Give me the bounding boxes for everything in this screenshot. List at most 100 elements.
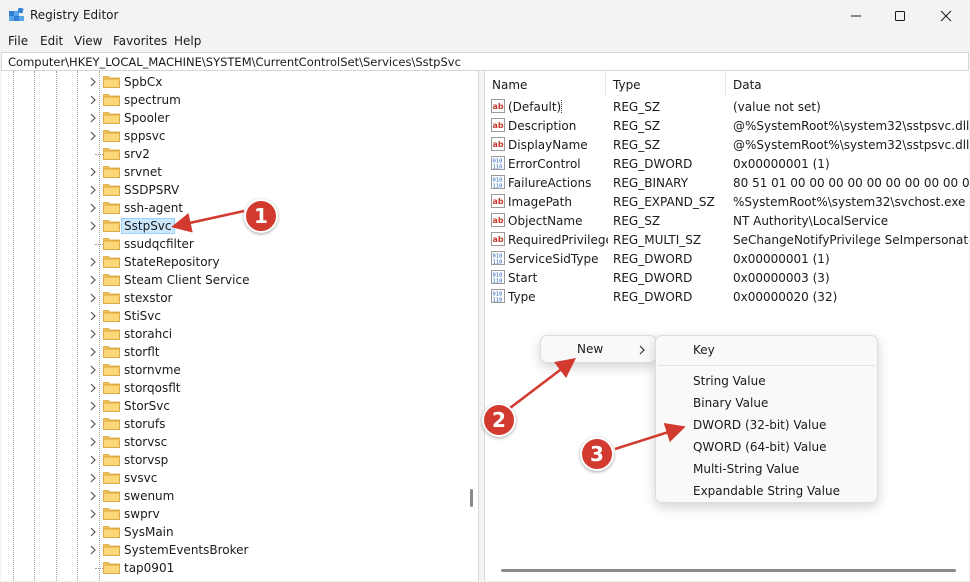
minimize-button[interactable] (833, 0, 879, 31)
chevron-right-icon[interactable] (89, 437, 97, 447)
close-button[interactable] (923, 0, 969, 31)
chevron-right-icon[interactable] (89, 347, 97, 357)
value-type: REG_SZ (613, 119, 661, 133)
chevron-right-icon[interactable] (89, 455, 97, 465)
table-row[interactable]: ab ObjectName REG_SZ NT Authority\LocalServ… (485, 211, 969, 230)
chevron-right-icon[interactable] (89, 401, 97, 411)
tree-item[interactable]: SSDPSRV (1, 181, 461, 199)
submenu-multi-string-value[interactable]: Multi-String Value (693, 462, 799, 476)
binary-value-icon: 010110 (491, 156, 505, 170)
tree-item[interactable]: sppsvc (1, 127, 461, 145)
table-row[interactable]: 010 110 Start REG_DWORD 0x00000003 (3) (485, 268, 969, 287)
table-row[interactable]: 010 110 Type REG_DWORD 0x00000020 (32) (485, 287, 969, 306)
table-row[interactable]: ab ImagePath REG_EXPAND_SZ %SystemRoot%\sys… (485, 192, 969, 211)
table-row[interactable]: 010 110 ServiceSidType REG_DWORD 0x00000001 … (485, 249, 969, 268)
chevron-right-icon[interactable] (89, 257, 97, 267)
chevron-right-icon[interactable] (89, 329, 97, 339)
tree-connector (95, 568, 103, 569)
value-name: (Default) (508, 100, 563, 114)
tree-item[interactable]: tap0901 (1, 559, 461, 577)
submenu-key[interactable]: Key (693, 343, 715, 357)
key-tree[interactable]: SpbCx spectrum Spooler sppsvc srv2 srvnet SSDP… (1, 71, 479, 581)
values-list[interactable]: Name Type Data ab (Default) REG_SZ (value n… (484, 71, 969, 581)
svg-text:110: 110 (493, 184, 503, 190)
tree-item-label: ssh-agent (124, 201, 184, 215)
tree-item[interactable]: srv2 (1, 145, 461, 163)
tree-item[interactable]: srvnet (1, 163, 461, 181)
column-header-data[interactable]: Data (726, 71, 969, 95)
chevron-right-icon[interactable] (89, 95, 97, 105)
chevron-right-icon[interactable] (89, 167, 97, 177)
menu-edit[interactable]: Edit (40, 34, 63, 48)
chevron-right-icon[interactable] (89, 365, 97, 375)
chevron-right-icon[interactable] (89, 203, 97, 213)
table-row[interactable]: 010 110 FailureActions REG_BINARY 80 51 01 0… (485, 173, 969, 192)
menu-file[interactable]: File (8, 34, 28, 48)
tree-item[interactable]: StateRepository (1, 253, 461, 271)
tree-item-label: swenum (124, 489, 175, 503)
submenu-qword-value[interactable]: QWORD (64-bit) Value (693, 440, 827, 454)
tree-item[interactable]: swenum (1, 487, 461, 505)
tree-item[interactable]: swprv (1, 505, 461, 523)
chevron-right-icon[interactable] (89, 293, 97, 303)
menu-help[interactable]: Help (174, 34, 201, 48)
column-header-type[interactable]: Type (606, 71, 726, 95)
tree-scrollbar[interactable] (466, 71, 478, 581)
tree-item[interactable]: stornvme (1, 361, 461, 379)
tree-item[interactable]: svsvc (1, 469, 461, 487)
folder-icon (103, 202, 120, 214)
chevron-right-icon[interactable] (89, 419, 97, 429)
chevron-right-icon[interactable] (89, 527, 97, 537)
table-row[interactable]: 010 110 ErrorControl REG_DWORD 0x00000001 (1… (485, 154, 969, 173)
chevron-right-icon[interactable] (89, 77, 97, 87)
tree-item[interactable]: StorSvc (1, 397, 461, 415)
tree-item[interactable]: storufs (1, 415, 461, 433)
tree-item[interactable]: storvsc (1, 433, 461, 451)
tree-item[interactable]: storflt (1, 343, 461, 361)
chevron-right-icon[interactable] (89, 491, 97, 501)
tree-item[interactable]: Spooler (1, 109, 461, 127)
tree-item[interactable]: storahci (1, 325, 461, 343)
chevron-right-icon[interactable] (89, 275, 97, 285)
tree-scrollbar-thumb[interactable] (470, 489, 473, 507)
menu-favorites[interactable]: Favorites (113, 34, 167, 48)
tree-item[interactable]: SstpSvc (1, 217, 461, 235)
tree-item[interactable]: SysMain (1, 523, 461, 541)
menu-view[interactable]: View (74, 34, 102, 48)
tree-item[interactable]: ssh-agent (1, 199, 461, 217)
tree-item[interactable]: SpbCx (1, 73, 461, 91)
chevron-right-icon[interactable] (89, 473, 97, 483)
tree-item[interactable]: spectrum (1, 91, 461, 109)
submenu-string-value[interactable]: String Value (693, 374, 766, 388)
chevron-right-icon[interactable] (89, 509, 97, 519)
tree-item[interactable]: storqosflt (1, 379, 461, 397)
menu-bar: File Edit View Favorites Help (0, 31, 970, 51)
tree-item[interactable]: stexstor (1, 289, 461, 307)
tree-item[interactable]: StiSvc (1, 307, 461, 325)
address-bar[interactable]: Computer\HKEY_LOCAL_MACHINE\SYSTEM\Curre… (1, 52, 969, 71)
submenu-expandable-string-value[interactable]: Expandable String Value (693, 484, 840, 498)
chevron-right-icon[interactable] (89, 383, 97, 393)
chevron-right-icon[interactable] (89, 221, 97, 231)
chevron-right-icon[interactable] (89, 311, 97, 321)
table-row[interactable]: ab (Default) REG_SZ (value not set) (485, 97, 969, 116)
table-row[interactable]: ab Description REG_SZ @%SystemRoot%\system3… (485, 116, 969, 135)
table-row[interactable]: ab RequiredPrivileges REG_MULTI_SZ SeChange… (485, 230, 969, 249)
table-row[interactable]: ab DisplayName REG_SZ @%SystemRoot%\system3… (485, 135, 969, 154)
context-menu-new[interactable]: New (577, 342, 603, 356)
tree-item[interactable]: ssudqcfilter (1, 235, 461, 253)
list-horizontal-scrollbar[interactable] (501, 569, 956, 572)
maximize-button[interactable] (877, 0, 923, 31)
chevron-right-icon[interactable] (89, 131, 97, 141)
chevron-right-icon[interactable] (89, 545, 97, 555)
tree-item[interactable]: storvsp (1, 451, 461, 469)
chevron-right-icon[interactable] (89, 113, 97, 123)
column-header-name[interactable]: Name (485, 71, 606, 95)
value-name: FailureActions (508, 176, 592, 190)
chevron-right-icon[interactable] (89, 185, 97, 195)
tree-item[interactable]: Steam Client Service (1, 271, 461, 289)
submenu-dword-value[interactable]: DWORD (32-bit) Value (693, 418, 826, 432)
submenu-binary-value[interactable]: Binary Value (693, 396, 768, 410)
tree-item-label: tap0901 (124, 561, 175, 575)
tree-item[interactable]: SystemEventsBroker (1, 541, 461, 559)
